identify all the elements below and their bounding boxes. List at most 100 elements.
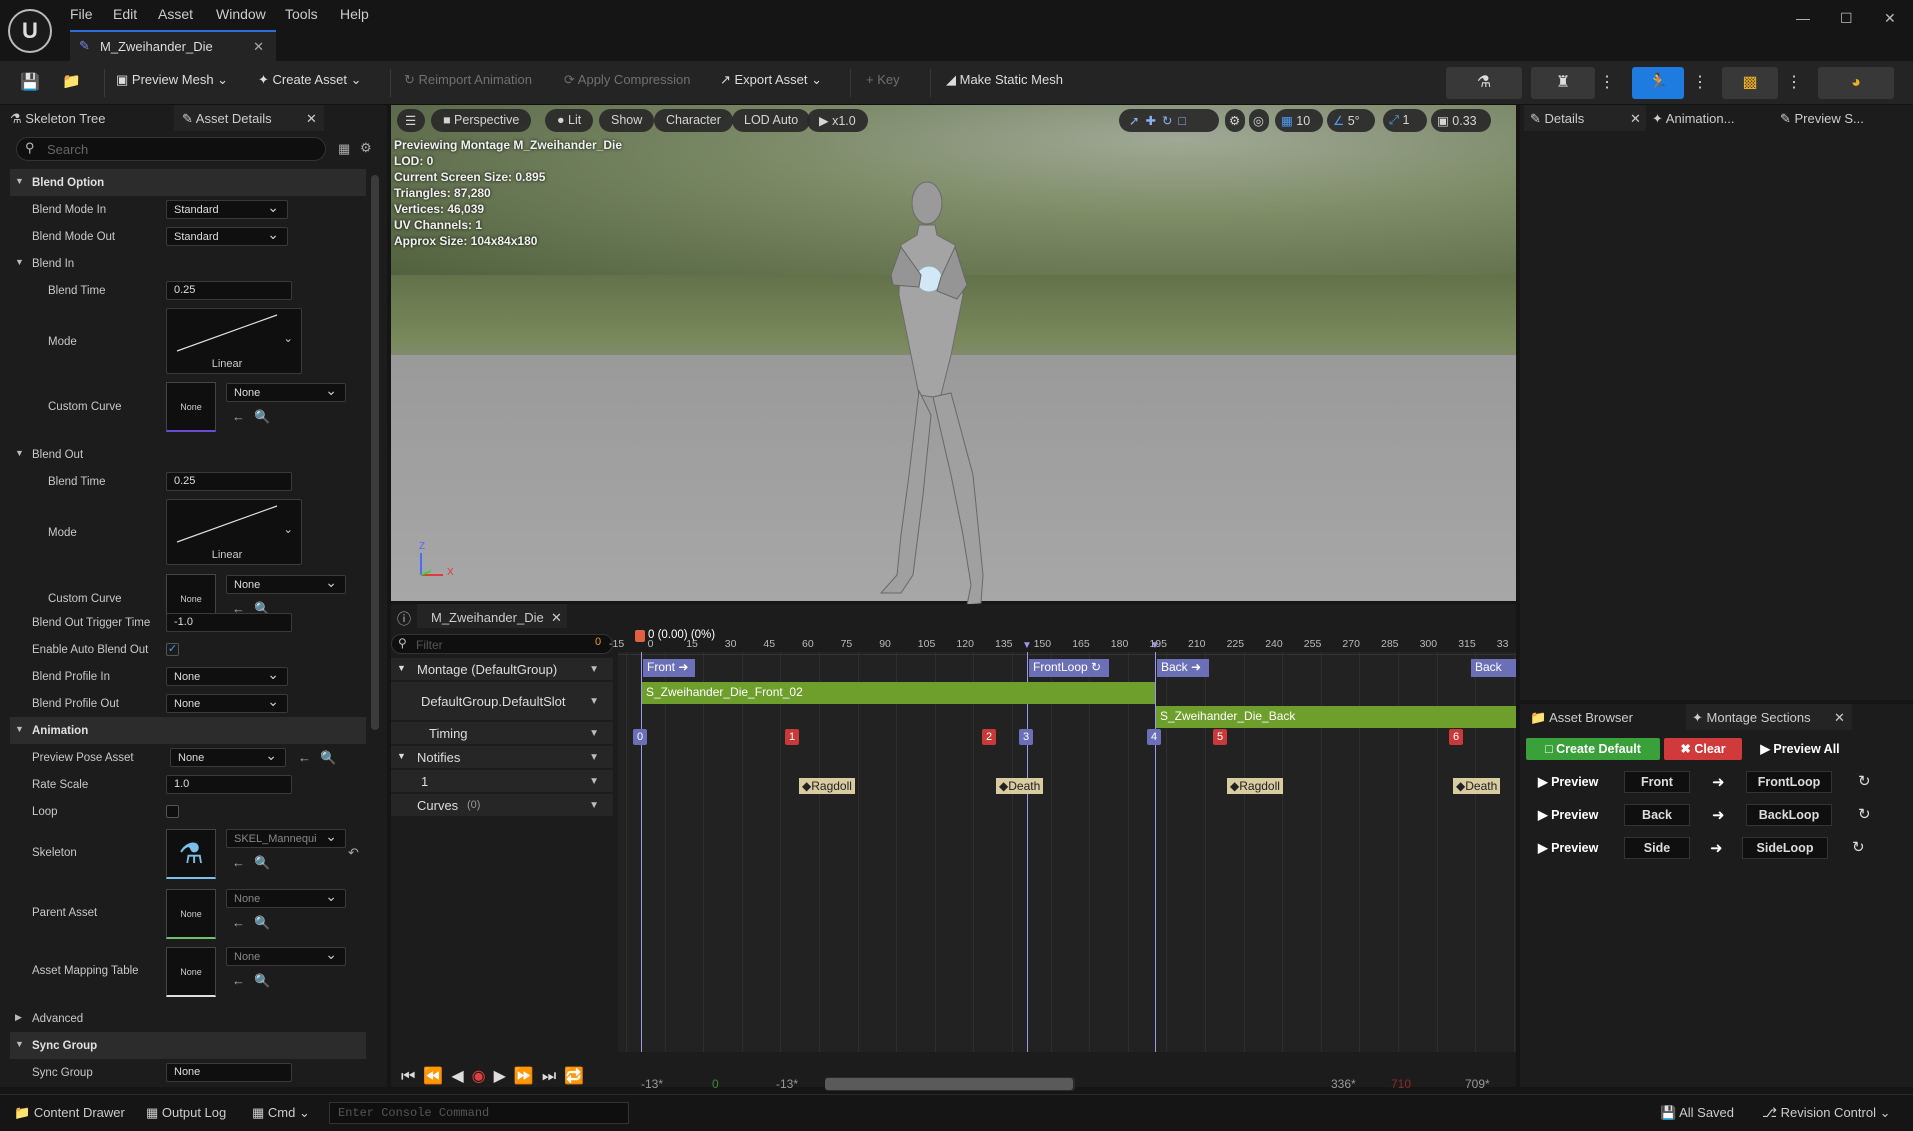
rate-scale-input[interactable]: 1.0 [166, 775, 292, 794]
create-asset-button[interactable]: ✦ Create Asset ⌄ [258, 72, 361, 88]
menu-file[interactable]: File [70, 6, 93, 22]
mapping-table-thumbnail[interactable]: None [166, 947, 216, 997]
revision-control-button[interactable]: ⎇ Revision Control ⌄ [1762, 1105, 1890, 1121]
browse-asset-icon[interactable]: 🔍 [254, 855, 270, 871]
preview-mesh-button[interactable]: ▣ Preview Mesh ⌄ [116, 72, 228, 88]
browse-asset-icon[interactable]: 🔍 [320, 750, 336, 766]
next-section-select[interactable]: BackLoop [1746, 804, 1832, 826]
browse-asset-icon[interactable]: 🔍 [254, 409, 270, 425]
mesh-mode-menu-icon[interactable]: ⋮ [1599, 72, 1615, 92]
browse-asset-icon[interactable]: 🔍 [254, 973, 270, 989]
make-static-mesh-button[interactable]: ◢ Make Static Mesh [946, 72, 1063, 88]
timeline-scroll-track[interactable] [825, 1077, 1075, 1091]
grid-snap-button[interactable]: ▦ 10 [1275, 109, 1323, 132]
blend-in-curve-select[interactable]: None [226, 382, 346, 402]
skip-to-end-icon[interactable]: ⏭ [542, 1068, 564, 1085]
content-drawer-button[interactable]: 📁 Content Drawer [14, 1105, 125, 1121]
timing-marker[interactable]: 2 [982, 729, 996, 745]
tab-skeleton-tree[interactable]: ⚗ Skeleton Tree [10, 105, 170, 131]
preview-section-button[interactable]: ▶ Preview [1538, 804, 1608, 826]
close-tab-icon[interactable]: ✕ [551, 610, 562, 626]
reset-arrow-icon[interactable]: ↶ [348, 845, 359, 861]
blend-mode-in-select[interactable]: Standard [166, 199, 288, 219]
minimize-icon[interactable]: — [1796, 10, 1810, 26]
section-name[interactable]: Side [1624, 837, 1690, 859]
loop-reset-icon[interactable]: ↻ [1852, 838, 1865, 856]
playback-speed-button[interactable]: ▶ x1.0 [807, 109, 868, 132]
record-icon[interactable]: ◉ [472, 1068, 494, 1085]
timeline-scroll-thumb[interactable] [825, 1078, 1073, 1090]
tab-montage-sections[interactable]: ✦ Montage Sections ✕ [1686, 704, 1852, 730]
output-log-button[interactable]: ▦ Output Log [146, 1105, 226, 1121]
loop-checkbox[interactable] [166, 805, 179, 818]
timing-marker[interactable]: 6 [1449, 729, 1463, 745]
skeleton-thumbnail-icon[interactable]: ⚗ [166, 829, 216, 879]
save-icon[interactable]: 💾 [20, 72, 40, 92]
use-selected-icon[interactable]: ← [298, 750, 311, 765]
blend-out-curve-select[interactable]: None [226, 574, 346, 594]
section-name[interactable]: Front [1624, 771, 1690, 793]
preview-all-button[interactable]: ▶ Preview All [1752, 738, 1848, 760]
parent-asset-thumbnail[interactable]: None [166, 889, 216, 939]
world-local-icon[interactable]: ◎ [1249, 109, 1269, 132]
blend-out-trigger-input[interactable]: -1.0 [166, 613, 292, 632]
preview-pose-select[interactable]: None [170, 747, 286, 767]
browse-icon[interactable]: 📁 [62, 72, 81, 90]
export-asset-button[interactable]: ↗ Export Asset ⌄ [720, 72, 822, 88]
tab-animation[interactable]: ✦ Animation... [1652, 105, 1772, 131]
show-button[interactable]: Show [599, 109, 655, 132]
category-blend-in[interactable]: ▼ Blend In [10, 250, 366, 277]
section-backloop[interactable]: Back [1471, 659, 1516, 677]
slot-track[interactable]: DefaultGroup.DefaultSlot ▼ [391, 682, 613, 720]
section-name[interactable]: Back [1624, 804, 1690, 826]
step-forward-icon[interactable]: ⏩ [514, 1068, 542, 1085]
next-section-select[interactable]: SideLoop [1742, 837, 1828, 859]
dropdown-arrow-icon[interactable]: ▼ [589, 800, 599, 811]
parent-asset-select[interactable]: None [226, 888, 346, 908]
document-tab[interactable]: ✎ M_Zweihander_Die ✕ [70, 30, 276, 61]
playhead-marker[interactable] [635, 630, 645, 642]
lod-button[interactable]: LOD Auto [732, 109, 811, 132]
sync-group-input[interactable]: None [166, 1063, 292, 1082]
section-front[interactable]: Front ➜ [643, 659, 695, 677]
category-blend-out[interactable]: ▼ Blend Out [10, 441, 366, 468]
timing-marker[interactable]: 4 [1147, 729, 1161, 745]
timing-marker[interactable]: 3 [1019, 729, 1033, 745]
preview-section-button[interactable]: ▶ Preview [1538, 837, 1608, 859]
close-tab-icon[interactable]: ✕ [1834, 710, 1845, 726]
playback-range-end[interactable]: 709* [1465, 1077, 1490, 1091]
all-saved-button[interactable]: 💾 All Saved [1660, 1105, 1734, 1121]
next-section-select[interactable]: FrontLoop [1746, 771, 1832, 793]
tab-details[interactable]: ✎ Details ✕ [1524, 105, 1646, 131]
details-search-input[interactable]: ⚲ Search [16, 137, 326, 161]
view-range-end[interactable]: 336* [1331, 1077, 1356, 1091]
tab-asset-details[interactable]: ✎ Asset Details ✕ [174, 105, 324, 131]
settings-gear-icon[interactable]: ⚙ [360, 140, 372, 156]
montage-track[interactable]: ▼ Montage (DefaultGroup) ▼ [391, 658, 613, 680]
maximize-icon[interactable]: ☐ [1840, 10, 1853, 27]
browse-asset-icon[interactable]: 🔍 [254, 915, 270, 931]
scale-snap-button[interactable]: ⤢ 1 [1383, 109, 1427, 132]
tab-asset-browser[interactable]: 📁 Asset Browser [1524, 704, 1684, 730]
category-sync-group[interactable]: ▼ Sync Group [10, 1032, 366, 1059]
step-back-icon[interactable]: ⏪ [423, 1068, 451, 1085]
angle-snap-button[interactable]: ∠ 5° [1327, 109, 1375, 132]
table-view-icon[interactable]: ▦ [338, 141, 350, 157]
help-icon[interactable]: ⓘ [397, 609, 411, 629]
surface-snap-icon[interactable]: ⚙ [1225, 109, 1245, 132]
dropdown-arrow-icon[interactable]: ▼ [589, 664, 599, 675]
dropdown-arrow-icon[interactable]: ▼ [589, 696, 599, 707]
viewport-menu-icon[interactable]: ☰ [397, 109, 425, 132]
character-button[interactable]: Character [654, 109, 733, 132]
blueprint-mode-button[interactable]: ▩ [1722, 67, 1778, 99]
timeline-tracks-area[interactable]: -15 0 15 30 45 60 75 90 105 120 135 150 165 180 195 210… [609, 629, 1516, 1052]
timeline-filter-input[interactable]: ⚲ Filter [391, 634, 613, 654]
play-forward-icon[interactable]: ▶ [494, 1068, 514, 1085]
skeleton-select[interactable]: SKEL_Mannequi [226, 828, 346, 848]
tab-preview-scene[interactable]: ✎ Preview S... [1780, 105, 1900, 131]
preview-viewport[interactable]: ☰ ■ Perspective ● Lit Show Character LOD… [391, 105, 1516, 606]
create-default-button[interactable]: □ Create Default [1526, 738, 1660, 760]
loop-reset-icon[interactable]: ↻ [1858, 805, 1871, 823]
segment-back[interactable]: S_Zweihander_Die_Back [1156, 706, 1516, 728]
category-animation[interactable]: ▼ Animation [10, 717, 366, 744]
